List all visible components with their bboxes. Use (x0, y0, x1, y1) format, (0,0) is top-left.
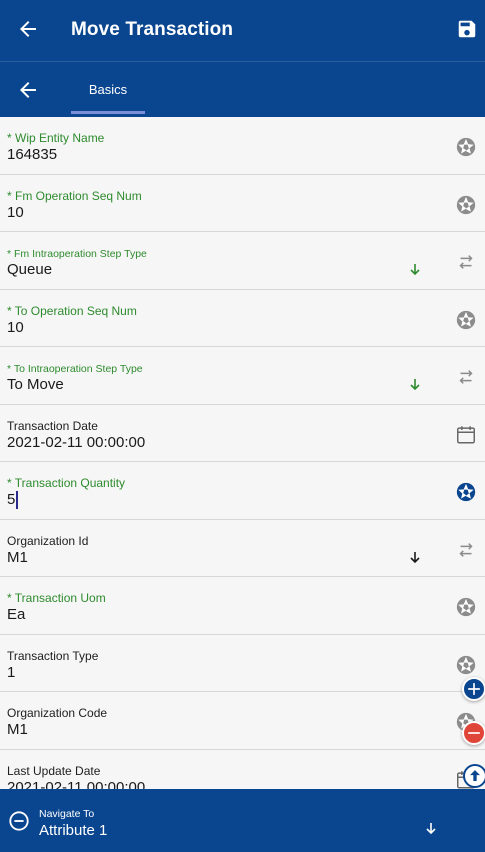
field-value[interactable]: 164835 (7, 146, 57, 163)
calendar-icon[interactable] (455, 424, 477, 446)
minus-icon (468, 732, 480, 734)
move-transaction-screen: Move Transaction Basics * Wip Entity Nam… (0, 0, 485, 852)
page-title: Move Transaction (71, 19, 234, 40)
active-tab-indicator (71, 111, 145, 114)
form-field-row[interactable]: * Fm Operation Seq Num 10 (0, 175, 485, 232)
field-value-text: 164835 (7, 146, 58, 163)
form-field-row[interactable]: * Fm Intraoperation Step Type Queue (0, 232, 485, 290)
form-field-row[interactable]: * Wip Entity Name 164835 (0, 117, 485, 175)
swap-icon[interactable] (455, 251, 477, 273)
swap-icon[interactable] (455, 366, 477, 388)
field-value[interactable]: M1 (7, 721, 28, 738)
plus-icon (468, 683, 480, 695)
tab-bar: Basics (0, 61, 485, 117)
field-label: Transaction Type (7, 648, 99, 663)
field-value[interactable]: To Move (7, 376, 64, 393)
collapse-circle-icon[interactable] (8, 810, 30, 832)
form-field-row[interactable]: Organization Code M1 (0, 692, 485, 750)
navigate-to-label: Navigate To (39, 808, 95, 820)
form-field-row[interactable]: Organization Id M1 (0, 520, 485, 577)
field-value[interactable]: M1 (7, 549, 28, 566)
form-field-row[interactable]: * Transaction Quantity 5 (0, 462, 485, 520)
field-value-text: Queue (7, 261, 53, 278)
field-label: * To Operation Seq Num (7, 303, 137, 318)
form-field-row[interactable]: Last Update Date 2021-02-11 00:00:00 (0, 750, 485, 790)
field-value-text: 2021-02-11 00:00:00 (7, 433, 146, 451)
form-field-row[interactable]: * To Operation Seq Num 10 (0, 290, 485, 347)
dropdown-arrow-icon[interactable] (408, 551, 422, 565)
field-value-text: 5 (7, 491, 16, 508)
dropdown-arrow-icon[interactable] (408, 263, 422, 277)
field-value[interactable]: Queue (7, 261, 52, 278)
field-label: * Wip Entity Name (7, 131, 105, 145)
field-value-text: 2021-02-11 00:00:00 (7, 778, 146, 790)
back-arrow-icon[interactable] (16, 17, 40, 41)
text-cursor (16, 491, 18, 510)
aperture-icon[interactable] (455, 654, 477, 676)
field-value-text: 10 (7, 203, 24, 221)
save-icon[interactable] (456, 18, 478, 40)
form-field-row[interactable]: Transaction Type 1 (0, 635, 485, 692)
aperture-icon[interactable] (455, 596, 477, 618)
navigate-to-value: Attribute 1 (39, 822, 108, 839)
field-value-text: 1 (7, 663, 16, 681)
navigate-to-bar[interactable]: Navigate To Attribute 1 (0, 789, 485, 852)
dropdown-arrow-icon[interactable] (408, 378, 422, 392)
form-fields: * Wip Entity Name 164835 * Fm Operation Se… (0, 117, 485, 789)
field-value-text: Ea (7, 606, 26, 623)
swap-icon[interactable] (455, 539, 477, 561)
app-header: Move Transaction (0, 0, 485, 61)
field-value[interactable]: Ea (7, 606, 25, 623)
field-value-text: M1 (7, 548, 28, 566)
form-field-row[interactable]: * Transaction Uom Ea (0, 577, 485, 635)
field-label: Organization Code (7, 706, 108, 720)
add-button[interactable] (462, 677, 485, 701)
field-value-text: M1 (7, 721, 28, 738)
aperture-icon[interactable] (455, 194, 477, 216)
scroll-top-button[interactable] (463, 764, 485, 788)
field-value[interactable]: 10 (7, 319, 24, 336)
field-value[interactable]: 5 (7, 491, 18, 510)
field-label: * Fm Operation Seq Num (7, 188, 142, 203)
remove-button[interactable] (462, 721, 485, 745)
field-value-text: 10 (7, 318, 24, 336)
tab-basics[interactable]: Basics (71, 62, 145, 115)
field-label: Organization Id (7, 533, 89, 548)
field-label: * Fm Intraoperation Step Type (7, 248, 147, 260)
field-label: * Transaction Quantity (7, 476, 126, 490)
tab-back-arrow-icon[interactable] (16, 78, 40, 102)
aperture-icon[interactable] (455, 481, 477, 503)
field-label: * To Intraoperation Step Type (7, 363, 143, 375)
field-label: * Transaction Uom (7, 591, 106, 605)
arrow-up-icon (470, 770, 480, 781)
field-value[interactable]: 1 (7, 664, 15, 681)
aperture-icon[interactable] (455, 136, 477, 158)
field-label: Last Update Date (7, 763, 101, 778)
field-label: Transaction Date (7, 418, 98, 433)
field-value-text: To Move (7, 376, 64, 393)
dropdown-arrow-icon[interactable] (424, 822, 438, 836)
field-value[interactable]: 10 (7, 204, 24, 221)
form-field-row[interactable]: * To Intraoperation Step Type To Move (0, 347, 485, 405)
aperture-icon[interactable] (455, 309, 477, 331)
field-value[interactable]: 2021-02-11 00:00:00 (7, 779, 145, 790)
field-value[interactable]: 2021-02-11 00:00:00 (7, 434, 145, 451)
form-field-row[interactable]: Transaction Date 2021-02-11 00:00:00 (0, 405, 485, 462)
